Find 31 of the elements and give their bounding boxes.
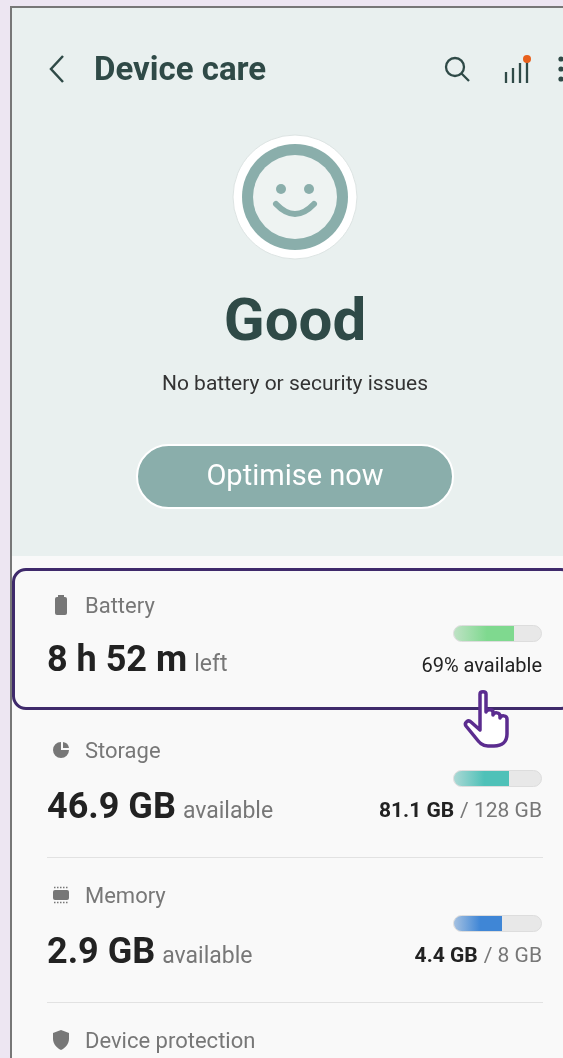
signal-bars-icon[interactable] xyxy=(503,54,531,84)
card-label: Memory xyxy=(85,881,166,910)
status-title: Good xyxy=(223,285,367,355)
shield-icon xyxy=(52,1030,70,1050)
card-label: Storage xyxy=(85,736,161,765)
total-amount: / 128 GB xyxy=(460,797,542,824)
used-amount: 81.1 GB xyxy=(378,797,455,824)
total-amount: / 8 GB xyxy=(483,942,542,969)
device-care-card[interactable]: Battery 8 h 52 m left 69% available xyxy=(12,568,563,710)
card-unit: available xyxy=(182,795,274,826)
smiley-face-icon xyxy=(232,134,358,260)
card-label: Device protection xyxy=(85,1026,256,1055)
card-label: Battery xyxy=(85,591,155,620)
card-value: 46.9 GB xyxy=(47,783,176,829)
device-care-card[interactable]: Device protection xyxy=(12,1005,563,1058)
used-amount: 4.4 GB xyxy=(414,942,478,969)
availability-text: 69% available xyxy=(421,652,542,679)
more-options-icon[interactable] xyxy=(557,56,563,82)
pie-chart-icon xyxy=(52,741,70,759)
back-icon[interactable] xyxy=(48,54,66,84)
status-subtitle: No battery or security issues xyxy=(161,370,429,397)
search-icon[interactable] xyxy=(443,55,471,83)
card-value: 8 h 52 m xyxy=(47,637,188,682)
card-unit: available xyxy=(162,940,253,971)
card-value: 2.9 GB xyxy=(47,928,156,974)
card-unit: left xyxy=(194,649,228,679)
chip-icon xyxy=(52,886,70,904)
battery-icon xyxy=(54,595,68,615)
page-title: Device care xyxy=(94,48,267,91)
device-care-card[interactable]: Storage 46.9 GB available 81.1 GB / 128 GB xyxy=(12,715,563,857)
device-care-card[interactable]: Memory 2.9 GB available 4.4 GB / 8 GB xyxy=(12,860,563,1002)
